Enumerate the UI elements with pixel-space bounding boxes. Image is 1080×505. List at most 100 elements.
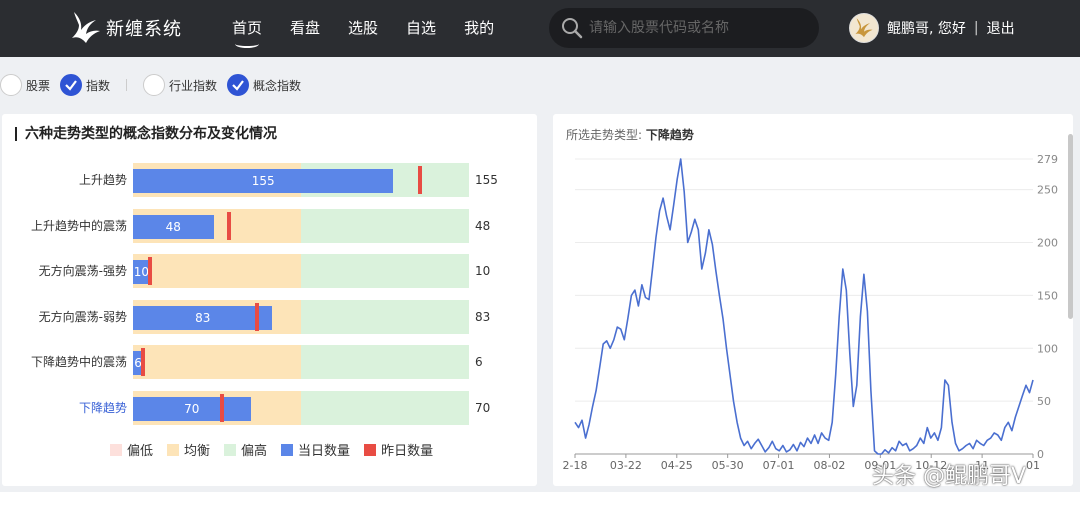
bar-row[interactable]: 无方向震荡-弱势 83 83	[2, 299, 537, 334]
legend-item[interactable]: 当日数量	[281, 440, 350, 459]
avatar[interactable]	[849, 13, 879, 43]
row-value: 6	[475, 355, 483, 369]
check-icon	[65, 80, 77, 91]
y-tick-label: 250	[1037, 184, 1058, 197]
filter-bar: 股票 指数 行业指数 概念指数	[0, 65, 311, 105]
x-tick-label: 01	[1026, 459, 1040, 472]
legend-label: 昨日数量	[381, 444, 434, 459]
x-tick-label: 2-18	[563, 459, 588, 472]
nav-item-screener[interactable]: 选股	[348, 0, 378, 57]
row-value: 10	[475, 264, 491, 278]
marker-yesterday	[220, 393, 225, 422]
zone-high	[301, 254, 469, 288]
bar-today[interactable]: 48	[133, 214, 214, 239]
x-tick-label: 07-01	[763, 459, 795, 472]
search-input[interactable]	[589, 20, 809, 36]
panel-scrollbar[interactable]	[1068, 134, 1073, 319]
y-tick-label: 279	[1037, 153, 1058, 166]
search-box[interactable]	[549, 8, 819, 48]
legend-item[interactable]: 偏低	[110, 440, 153, 459]
legend-item[interactable]: 昨日数量	[364, 440, 433, 459]
nav-item-mine[interactable]: 我的	[464, 0, 494, 57]
category-label[interactable]: 上升趋势中的震荡	[31, 209, 127, 243]
marker-yesterday	[255, 302, 260, 331]
y-tick-label: 200	[1037, 237, 1058, 250]
filter-industry-index[interactable]: 行业指数	[143, 74, 217, 96]
marker-yesterday	[226, 211, 231, 240]
filter-concept-index-label: 概念指数	[253, 78, 302, 93]
marker-yesterday	[141, 348, 146, 376]
legend-item[interactable]: 均衡	[167, 440, 210, 459]
row-value: 48	[475, 218, 491, 233]
category-label[interactable]: 无方向震荡-强势	[39, 254, 127, 288]
legend-label: 均衡	[184, 444, 211, 459]
search-icon	[562, 18, 583, 39]
distribution-panel: 六种走势类型的概念指数分布及变化情况 上升趋势 155 155 上升趋势中的震荡 48 4…	[2, 114, 537, 486]
logo-text: 新缠系统	[106, 19, 182, 40]
bar-row[interactable]: 下降趋势 70 70	[2, 390, 537, 425]
series-line	[574, 158, 1034, 455]
x-tick-label: 05-30	[712, 459, 744, 472]
category-label[interactable]: 下降趋势	[79, 391, 127, 425]
bar-today[interactable]: 155	[133, 169, 394, 193]
zone-high	[301, 208, 469, 243]
legend-label: 偏低	[127, 444, 154, 459]
y-tick-label: 150	[1037, 289, 1058, 302]
bar-row[interactable]: 下降趋势中的震荡 6 6	[2, 345, 537, 379]
bar-row[interactable]: 上升趋势中的震荡 48 48	[2, 208, 537, 243]
industry-index-radio[interactable]	[143, 74, 166, 96]
bottom-panel-edge	[0, 492, 1080, 505]
concept-index-radio[interactable]	[227, 74, 250, 96]
marker-yesterday	[418, 166, 423, 194]
main-nav: 首页 看盘 选股 自选 我的	[232, 0, 522, 57]
x-tick-label: 04-25	[661, 459, 693, 472]
filter-concept-index[interactable]: 概念指数	[227, 74, 301, 96]
filter-stock-label: 股票	[26, 78, 51, 93]
nav-item-watchlist[interactable]: 自选	[406, 0, 436, 57]
logout-link[interactable]: 退出	[987, 18, 1015, 38]
check-icon	[232, 80, 244, 91]
x-tick-label: 03-22	[610, 459, 642, 472]
zone-high	[301, 299, 469, 334]
legend-item[interactable]: 偏高	[224, 440, 267, 459]
category-label[interactable]: 上升趋势	[79, 163, 127, 197]
nav-item-home[interactable]: 首页	[232, 0, 262, 57]
trend-panel: 所选走势类型: 下降趋势 0 50 100 150 200 250 279 2-18 03-22…	[553, 114, 1073, 486]
bar-today[interactable]: 83	[133, 305, 273, 330]
user-separator: |	[973, 20, 979, 36]
bar-row[interactable]: 上升趋势 155 155	[2, 163, 537, 197]
bar-row[interactable]: 无方向震荡-强势 10 10	[2, 254, 537, 288]
phoenix-avatar-icon	[855, 18, 873, 38]
index-radio[interactable]	[60, 74, 83, 96]
x-tick-label: 08-02	[813, 459, 845, 472]
zone-balanced	[133, 254, 301, 288]
filter-industry-index-label: 行业指数	[169, 78, 218, 93]
legend-swatch	[364, 443, 377, 456]
phoenix-logo-icon	[72, 12, 100, 43]
chart-legend: 偏低 均衡 偏高 当日数量 昨日数量	[110, 440, 447, 459]
zone-high	[301, 390, 469, 425]
filter-stock[interactable]: 股票	[0, 74, 50, 96]
row-value: 70	[475, 400, 491, 415]
bar-today[interactable]: 70	[133, 396, 251, 421]
filter-index[interactable]: 指数	[60, 74, 110, 96]
category-label[interactable]: 下降趋势中的震荡	[31, 345, 127, 379]
user-greeting: 鲲鹏哥, 您好	[887, 21, 966, 37]
legend-label: 偏高	[241, 444, 268, 459]
nav-item-market[interactable]: 看盘	[290, 0, 320, 57]
zone-balanced	[133, 345, 301, 379]
logo[interactable]: 新缠系统	[70, 10, 182, 46]
legend-label: 当日数量	[298, 444, 351, 459]
legend-swatch	[167, 443, 180, 456]
marker-yesterday	[147, 257, 152, 285]
zone-high	[301, 345, 469, 379]
row-value: 155	[475, 173, 498, 187]
legend-swatch	[281, 443, 294, 456]
category-label[interactable]: 无方向震荡-弱势	[39, 300, 127, 334]
y-tick-label: 50	[1037, 395, 1051, 408]
top-navbar: 新缠系统 首页 看盘 选股 自选 我的 鲲鹏哥, 您好 | 退出	[0, 0, 1080, 57]
legend-swatch	[224, 443, 237, 456]
distribution-title: 六种走势类型的概念指数分布及变化情况	[15, 127, 277, 141]
y-tick-label: 100	[1037, 342, 1058, 355]
stock-radio[interactable]	[0, 74, 22, 96]
